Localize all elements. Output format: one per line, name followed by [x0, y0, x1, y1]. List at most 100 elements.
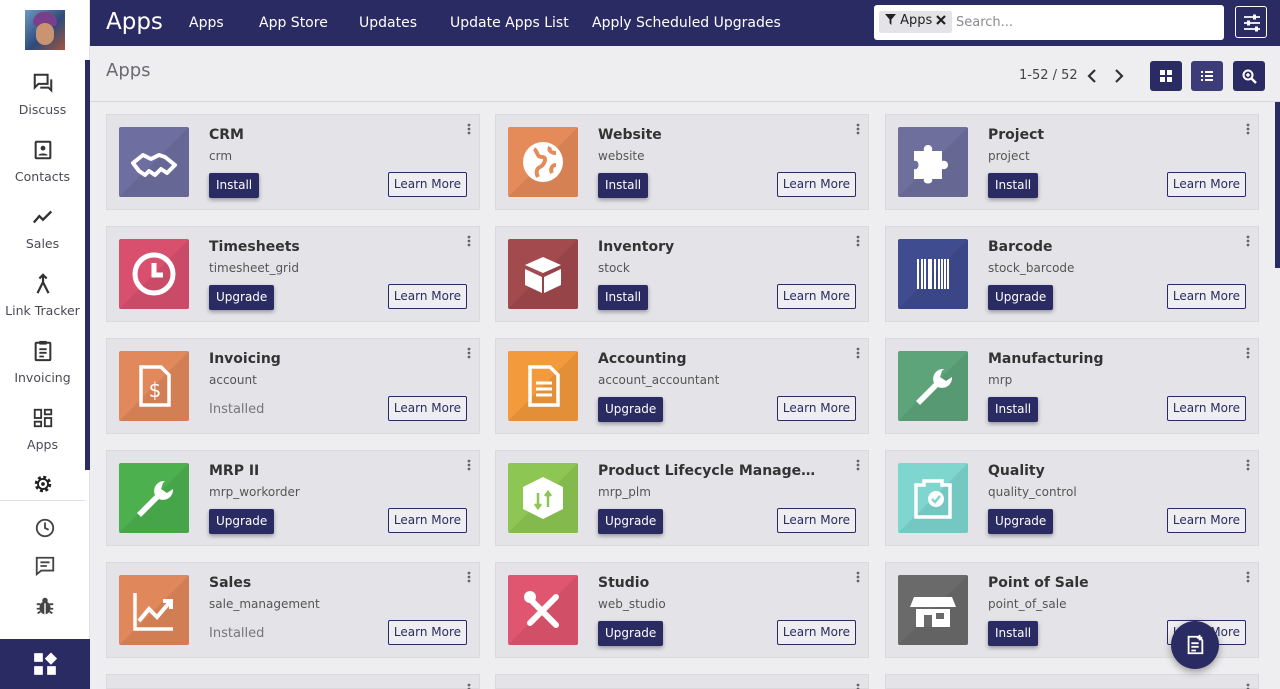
app-card[interactable]: Inventory stock Install Learn More: [495, 226, 869, 322]
install-button[interactable]: Install: [209, 173, 260, 198]
app-card[interactable]: Website website Install Learn More: [495, 114, 869, 210]
sidebar-item-discuss[interactable]: Discuss: [0, 72, 85, 117]
wrench-icon: [119, 463, 189, 533]
chevron-left-icon[interactable]: [1085, 68, 1099, 84]
sidebar-scrollbar[interactable]: [85, 60, 90, 470]
upgrade-button[interactable]: Upgrade: [209, 509, 275, 534]
install-button[interactable]: Install: [988, 621, 1039, 646]
puzzle-icon: [898, 127, 968, 197]
kebab-menu-icon[interactable]: [1246, 235, 1250, 247]
app-card[interactable]: Studio web_studio Upgrade Learn More: [495, 562, 869, 658]
app-brand[interactable]: Apps: [106, 9, 163, 35]
kebab-menu-icon[interactable]: [1246, 347, 1250, 359]
kebab-menu-icon[interactable]: [856, 683, 860, 689]
kebab-menu-icon[interactable]: [467, 683, 471, 689]
app-card[interactable]: CRM crm Install Learn More: [106, 114, 480, 210]
nav-link-update-apps-list[interactable]: Update Apps List: [450, 15, 569, 31]
app-card[interactable]: Product Lifecycle Management (... mrp_plm…: [495, 450, 869, 546]
sidebar-item-apps[interactable]: Apps: [0, 407, 85, 452]
app-card[interactable]: Accounting account_accountant Upgrade Learn…: [495, 338, 869, 434]
app-menu-button[interactable]: [0, 639, 90, 689]
search-facet[interactable]: Apps: [879, 11, 953, 33]
nav-link-apps[interactable]: Apps: [189, 15, 224, 31]
upgrade-button[interactable]: Upgrade: [988, 509, 1054, 534]
app-card[interactable]: Sales sale_management Installed Learn More: [106, 562, 480, 658]
user-avatar[interactable]: [25, 10, 65, 50]
kebab-menu-icon[interactable]: [1246, 571, 1250, 583]
bug-icon[interactable]: [34, 595, 56, 617]
app-card[interactable]: Barcode stock_barcode Upgrade Learn More: [885, 226, 1259, 322]
install-button[interactable]: Install: [988, 397, 1039, 422]
kebab-menu-icon[interactable]: [856, 235, 860, 247]
learn-more-button[interactable]: Learn More: [776, 620, 856, 645]
sidebar-item-label: Link Tracker: [5, 303, 80, 318]
learn-more-button[interactable]: Learn More: [1166, 172, 1246, 197]
learn-more-button[interactable]: Learn More: [387, 508, 467, 533]
upgrade-button[interactable]: Upgrade: [598, 397, 664, 422]
app-name: MRP II: [209, 463, 260, 479]
pager-value[interactable]: 1-52 / 52: [1019, 68, 1078, 83]
sidebar-item-sales[interactable]: Sales: [0, 206, 85, 251]
nav-link-updates[interactable]: Updates: [359, 15, 417, 31]
upgrade-button[interactable]: Upgrade: [988, 285, 1054, 310]
upgrade-button[interactable]: Upgrade: [598, 509, 664, 534]
search-input[interactable]: [956, 9, 1216, 35]
kebab-menu-icon[interactable]: [467, 459, 471, 471]
app-name: Studio: [598, 575, 650, 591]
app-card[interactable]: $ Invoicing account Installed Learn More: [106, 338, 480, 434]
sidebar-item-invoicing[interactable]: Invoicing: [0, 340, 85, 385]
app-card[interactable]: Project project Install Learn More: [885, 114, 1259, 210]
install-button[interactable]: Install: [598, 173, 649, 198]
kebab-menu-icon[interactable]: [467, 235, 471, 247]
sidebar-item-contacts[interactable]: Contacts: [0, 139, 85, 184]
sidebar-item-settings[interactable]: [0, 473, 85, 495]
kebab-menu-icon[interactable]: [467, 571, 471, 583]
learn-more-button[interactable]: Learn More: [776, 508, 856, 533]
chevron-right-icon[interactable]: [1112, 68, 1126, 84]
kebab-menu-icon[interactable]: [1246, 459, 1250, 471]
kebab-menu-icon[interactable]: [467, 123, 471, 135]
kanban-view-button[interactable]: [1150, 61, 1182, 91]
app-card[interactable]: [495, 674, 869, 689]
quick-note-button[interactable]: [1171, 621, 1219, 669]
main-scrollbar[interactable]: [1275, 102, 1280, 268]
page-title: Apps: [106, 60, 151, 81]
document-icon: [508, 351, 578, 421]
app-card[interactable]: MRP II mrp_workorder Upgrade Learn More: [106, 450, 480, 546]
learn-more-button[interactable]: Learn More: [387, 620, 467, 645]
clock-icon[interactable]: [34, 517, 56, 539]
learn-more-button[interactable]: Learn More: [776, 284, 856, 309]
app-card[interactable]: Timesheets timesheet_grid Upgrade Learn Mor…: [106, 226, 480, 322]
upgrade-button[interactable]: Upgrade: [598, 621, 664, 646]
kebab-menu-icon[interactable]: [856, 347, 860, 359]
nav-link-apply-scheduled-upgrades[interactable]: Apply Scheduled Upgrades: [592, 15, 781, 31]
kebab-menu-icon[interactable]: [856, 459, 860, 471]
kebab-menu-icon[interactable]: [1246, 123, 1250, 135]
install-button[interactable]: Install: [598, 285, 649, 310]
zoom-button[interactable]: [1233, 61, 1265, 91]
upgrade-button[interactable]: Upgrade: [209, 285, 275, 310]
learn-more-button[interactable]: Learn More: [1166, 284, 1246, 309]
app-card[interactable]: [885, 674, 1259, 689]
learn-more-button[interactable]: Learn More: [776, 396, 856, 421]
sidebar-item-link-tracker[interactable]: Link Tracker: [0, 273, 85, 318]
kebab-menu-icon[interactable]: [856, 123, 860, 135]
learn-more-button[interactable]: Learn More: [1166, 508, 1246, 533]
app-card[interactable]: Quality quality_control Upgrade Learn More: [885, 450, 1259, 546]
message-icon[interactable]: [34, 555, 56, 577]
learn-more-button[interactable]: Learn More: [387, 396, 467, 421]
nav-link-app-store[interactable]: App Store: [259, 15, 328, 31]
app-card[interactable]: [106, 674, 480, 689]
kebab-menu-icon[interactable]: [1246, 683, 1250, 689]
learn-more-button[interactable]: Learn More: [387, 172, 467, 197]
app-card[interactable]: Manufacturing mrp Install Learn More: [885, 338, 1259, 434]
learn-more-button[interactable]: Learn More: [776, 172, 856, 197]
learn-more-button[interactable]: Learn More: [387, 284, 467, 309]
kebab-menu-icon[interactable]: [467, 347, 471, 359]
learn-more-button[interactable]: Learn More: [1166, 396, 1246, 421]
filter-options-button[interactable]: [1235, 6, 1267, 38]
close-icon[interactable]: [936, 15, 947, 25]
kebab-menu-icon[interactable]: [856, 571, 860, 583]
install-button[interactable]: Install: [988, 173, 1039, 198]
list-view-button[interactable]: [1191, 61, 1223, 91]
